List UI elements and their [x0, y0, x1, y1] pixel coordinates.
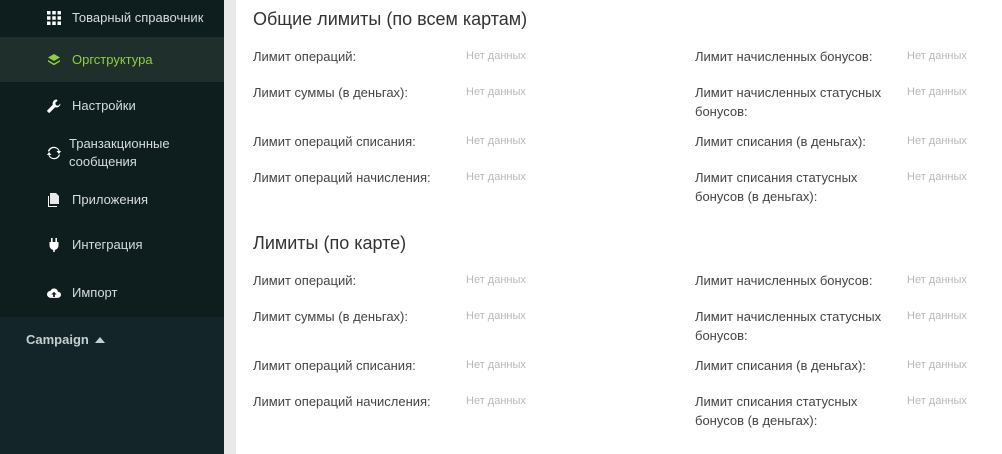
sidebar: Товарный справочник Оргструктура Настрой…	[0, 0, 224, 454]
limit-label: Лимит суммы (в деньгах):	[253, 309, 408, 324]
limit-value: Нет данных	[466, 86, 526, 98]
sidebar-item-product-catalog[interactable]: Товарный справочник	[0, 0, 224, 36]
limit-label: Лимит операций списания:	[253, 134, 416, 149]
limit-value: Нет данных	[907, 395, 967, 407]
card-limits-title: Лимиты (по карте)	[253, 233, 407, 253]
refresh-icon	[46, 145, 62, 161]
limit-value: Нет данных	[907, 86, 967, 98]
sidebar-item-label: Транзакционные сообщения	[69, 136, 170, 169]
limit-value: Нет данных	[907, 50, 967, 62]
sidebar-item-label: Импорт	[72, 284, 118, 300]
limit-value: Нет данных	[466, 171, 526, 183]
plug-icon	[46, 237, 62, 253]
limit-value: Нет данных	[466, 135, 526, 147]
limit-label: Лимит операций:	[253, 273, 357, 288]
limit-label: Лимит списания статусных бонусов (в день…	[695, 170, 858, 204]
limit-label: Лимит операций начисления:	[253, 170, 431, 185]
limit-label: Лимит списания (в деньгах):	[695, 134, 866, 149]
cloud-upload-icon	[46, 285, 62, 301]
limit-label: Лимит начисленных бонусов:	[695, 49, 873, 64]
limit-value: Нет данных	[466, 310, 526, 322]
sidebar-item-label: Товарный справочник	[72, 10, 204, 25]
limit-value: Нет данных	[907, 310, 967, 322]
limit-label: Лимит начисленных бонусов:	[695, 273, 873, 288]
limit-value: Нет данных	[466, 395, 526, 407]
sidebar-item-import[interactable]: Импорт	[0, 269, 224, 316]
limit-value: Нет данных	[907, 171, 967, 183]
sidebar-item-applications[interactable]: Приложения	[0, 178, 224, 222]
limit-value: Нет данных	[907, 274, 967, 286]
sidebar-menu: Товарный справочник Оргструктура Настрой…	[0, 0, 224, 317]
grid-icon	[46, 10, 62, 26]
sidebar-item-transaction-messages[interactable]: Транзакционные сообщения	[0, 128, 224, 178]
wrench-icon	[46, 98, 62, 114]
sidebar-item-label: Оргструктура	[72, 51, 153, 67]
sidebar-item-label: Настройки	[72, 97, 136, 113]
layers-icon	[46, 52, 62, 68]
limit-label: Лимит суммы (в деньгах):	[253, 85, 408, 100]
sidebar-item-settings[interactable]: Настройки	[0, 83, 224, 128]
limit-value: Нет данных	[907, 135, 967, 147]
limit-label: Лимит начисленных статусных бонусов:	[695, 85, 882, 119]
main-content: Общие лимиты (по всем картам) Лимит опер…	[236, 0, 1002, 454]
sidebar-item-org-structure[interactable]: Оргструктура	[0, 37, 224, 82]
copy-icon	[46, 192, 62, 208]
sidebar-item-integration[interactable]: Интеграция	[0, 222, 224, 268]
panel-divider	[224, 0, 236, 454]
sidebar-item-label: Приложения	[72, 192, 149, 207]
limit-label: Лимит операций списания:	[253, 358, 416, 373]
general-limits-title: Общие лимиты (по всем картам)	[253, 9, 528, 29]
limit-label: Лимит списания статусных бонусов (в день…	[695, 394, 858, 428]
caret-up-icon	[94, 336, 105, 343]
sidebar-item-label: Интеграция	[72, 237, 143, 252]
limit-value: Нет данных	[907, 359, 967, 371]
campaign-toggle[interactable]: Campaign	[26, 332, 105, 347]
limit-value: Нет данных	[466, 274, 526, 286]
limit-label: Лимит операций начисления:	[253, 394, 431, 409]
limit-label: Лимит списания (в деньгах):	[695, 358, 866, 373]
campaign-label: Campaign	[26, 332, 89, 347]
limit-value: Нет данных	[466, 359, 526, 371]
limit-label: Лимит операций:	[253, 49, 357, 64]
limit-value: Нет данных	[466, 50, 526, 62]
limit-label: Лимит начисленных статусных бонусов:	[695, 309, 882, 343]
